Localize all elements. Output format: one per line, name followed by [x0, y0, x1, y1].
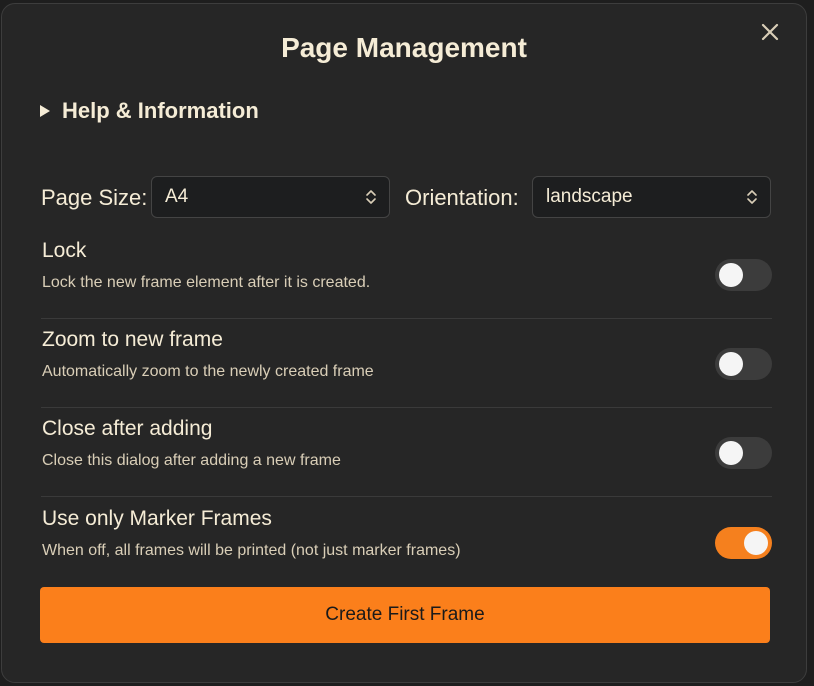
close-icon — [761, 23, 779, 41]
setting-title: Lock — [42, 239, 87, 262]
close-after-toggle[interactable] — [715, 437, 772, 469]
dialog-title: Page Management — [281, 32, 527, 63]
setting-close-after-adding: Close after adding Close this dialog aft… — [41, 408, 772, 497]
marker-frames-toggle[interactable] — [715, 527, 772, 559]
page-size-label: Page Size: — [41, 185, 148, 210]
page-size-value: A4 — [165, 186, 189, 207]
setting-zoom-to-new-frame: Zoom to new frame Automatically zoom to … — [41, 319, 772, 408]
setting-title: Use only Marker Frames — [42, 507, 272, 530]
page-management-dialog: Page Management Help & Information Page … — [1, 3, 807, 683]
setting-title: Zoom to new frame — [42, 328, 223, 351]
toggle-knob — [719, 352, 743, 376]
setting-description: Close this dialog after adding a new fra… — [42, 452, 341, 469]
create-first-frame-button[interactable]: Create First Frame — [40, 587, 770, 643]
setting-title: Close after adding — [42, 417, 213, 440]
help-disclosure[interactable]: Help & Information — [40, 98, 259, 124]
page-size-select[interactable]: A4 — [151, 176, 390, 218]
setting-lock: Lock Lock the new frame element after it… — [41, 230, 772, 319]
help-label: Help & Information — [62, 98, 259, 123]
toggle-knob — [719, 441, 743, 465]
toggle-knob — [719, 263, 743, 287]
orientation-label: Orientation: — [405, 185, 519, 210]
orientation-select[interactable]: landscape — [532, 176, 771, 218]
toggle-knob — [744, 531, 768, 555]
setting-description: When off, all frames will be printed (no… — [42, 542, 461, 559]
orientation-value: landscape — [546, 186, 633, 207]
select-chevrons-icon — [366, 190, 376, 204]
setting-description: Lock the new frame element after it is c… — [42, 274, 371, 291]
setting-description: Automatically zoom to the newly created … — [42, 363, 374, 380]
select-chevrons-icon — [747, 190, 757, 204]
page-settings-row: Page Size: A4 Orientation: landscape — [41, 176, 771, 220]
close-button[interactable] — [758, 20, 782, 44]
setting-marker-frames: Use only Marker Frames When off, all fra… — [41, 498, 772, 587]
lock-toggle[interactable] — [715, 259, 772, 291]
disclosure-triangle-icon — [40, 105, 50, 117]
zoom-toggle[interactable] — [715, 348, 772, 380]
